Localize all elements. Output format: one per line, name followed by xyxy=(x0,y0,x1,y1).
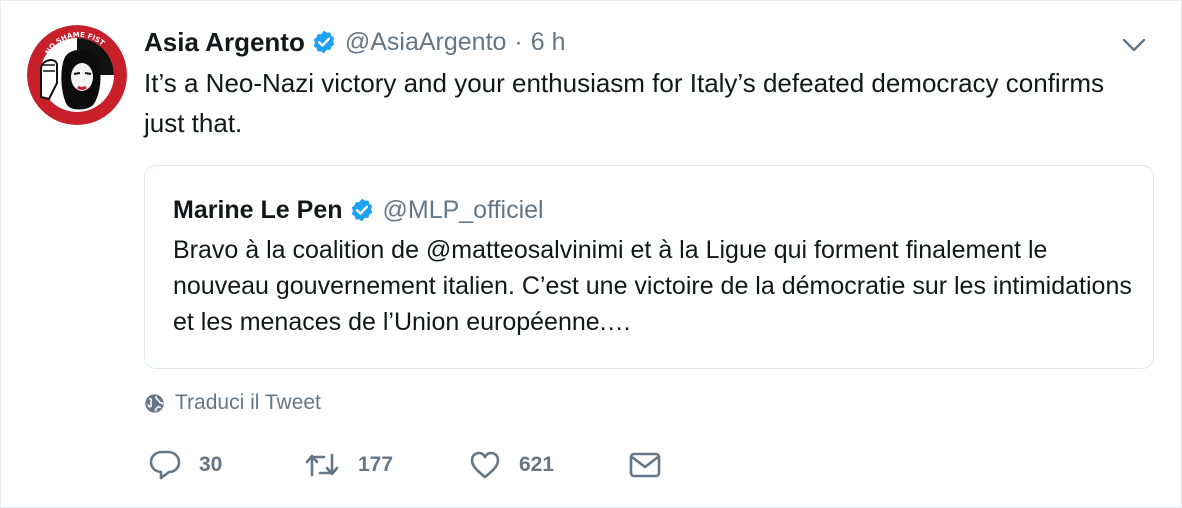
tweet-card: NO SHAME FIST Asia Argento @AsiaArgento … xyxy=(0,0,1182,508)
retweet-icon xyxy=(304,451,340,479)
envelope-icon xyxy=(629,452,661,478)
chevron-down-icon[interactable] xyxy=(1121,35,1147,55)
tweet-header: Asia Argento @AsiaArgento · 6 h xyxy=(144,25,566,59)
avatar[interactable]: NO SHAME FIST xyxy=(27,25,127,125)
quoted-tweet[interactable]: Marine Le Pen @MLP_officiel Bravo à la c… xyxy=(144,165,1154,369)
action-bar: 30 177 621 xyxy=(149,447,661,483)
no-shame-fist-avatar-icon: NO SHAME FIST xyxy=(27,25,127,125)
translate-label: Traduci il Tweet xyxy=(175,391,321,414)
author-name[interactable]: Asia Argento xyxy=(144,27,305,58)
translate-tweet-link[interactable]: Traduci il Tweet xyxy=(144,389,321,417)
separator-dot: · xyxy=(514,27,523,56)
retweet-count: 177 xyxy=(358,453,394,476)
author-handle[interactable]: @AsiaArgento xyxy=(345,28,507,57)
reply-count: 30 xyxy=(199,453,223,476)
heart-icon xyxy=(469,450,501,480)
tweet-text: It’s a Neo-Nazi victory and your enthusi… xyxy=(144,68,1105,138)
retweet-button[interactable]: 177 xyxy=(304,451,469,479)
direct-message-button[interactable] xyxy=(629,452,661,478)
quoted-tweet-text: Bravo à la coalition de @matteosalvinimi… xyxy=(173,236,1132,336)
like-button[interactable]: 621 xyxy=(469,450,629,480)
quoted-author-handle: @MLP_officiel xyxy=(382,195,544,224)
reply-icon xyxy=(149,450,181,480)
verified-badge-icon xyxy=(311,29,337,55)
quoted-author-name: Marine Le Pen xyxy=(173,195,343,224)
like-count: 621 xyxy=(519,453,555,476)
verified-badge-icon xyxy=(349,197,375,223)
timestamp[interactable]: 6 h xyxy=(531,28,566,57)
globe-icon xyxy=(144,393,165,414)
quoted-tweet-header: Marine Le Pen @MLP_officiel xyxy=(173,192,544,228)
reply-button[interactable]: 30 xyxy=(149,450,304,480)
